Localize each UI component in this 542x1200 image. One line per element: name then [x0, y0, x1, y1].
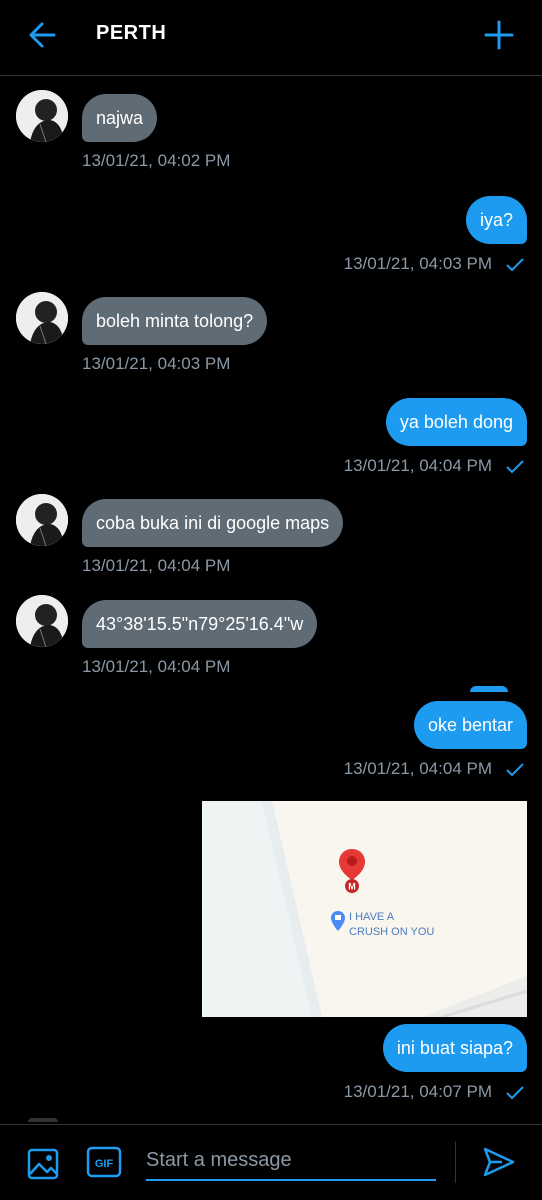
message-timestamp: 13/01/21, 04:04 PM	[82, 657, 231, 676]
message-composer: GIF	[0, 1124, 542, 1200]
map-background	[202, 801, 527, 1017]
message-timestamp: 13/01/21, 04:04 PM	[343, 759, 492, 778]
checkmark-icon	[506, 460, 524, 474]
message-timestamp: 13/01/21, 04:07 PM	[343, 1082, 492, 1101]
back-button[interactable]	[24, 18, 64, 52]
map-image-attachment[interactable]	[202, 801, 527, 1017]
message-bubble-incoming[interactable]: boleh minta tolong?	[82, 297, 268, 345]
avatar[interactable]	[16, 595, 68, 647]
plus-icon	[484, 20, 514, 50]
message-timestamp: 13/01/21, 04:03 PM	[343, 254, 492, 273]
message-bubble-incoming[interactable]: najwa	[82, 94, 158, 142]
add-button[interactable]	[484, 18, 514, 52]
send-icon	[483, 1147, 515, 1177]
message-bubble-outgoing[interactable]: ini buat siapa?	[382, 1024, 527, 1072]
avatar[interactable]	[16, 292, 68, 344]
composer-divider	[455, 1141, 456, 1183]
map-pin-letter: M	[348, 882, 356, 892]
checkmark-icon	[506, 258, 524, 272]
avatar[interactable]	[16, 90, 68, 142]
message-bubble-outgoing[interactable]: iya?	[465, 196, 527, 244]
send-button[interactable]	[482, 1145, 516, 1179]
gif-icon: GIF	[86, 1146, 122, 1178]
avatar[interactable]	[16, 494, 68, 546]
message-timestamp: 13/01/21, 04:04 PM	[82, 556, 231, 575]
checkmark-icon	[506, 763, 524, 777]
image-icon	[27, 1148, 59, 1180]
bubble-tail-decoration	[470, 686, 508, 692]
map-place-label: I HAVE A CRUSH ON YOU	[349, 911, 435, 938]
conversation-header: PERTH	[0, 0, 542, 76]
message-bubble-incoming[interactable]: 43°38'15.5"n79°25'16.4"w	[82, 600, 318, 648]
message-bubble-outgoing[interactable]: ya boleh dong	[385, 398, 527, 446]
conversation-title: PERTH	[96, 22, 167, 44]
message-input[interactable]	[146, 1141, 436, 1181]
message-bubble-outgoing[interactable]: oke bentar	[413, 701, 527, 749]
map-pin-icon: M	[339, 849, 365, 893]
partial-avatar-decoration	[28, 1118, 58, 1122]
checkmark-icon	[506, 1086, 524, 1100]
message-timestamp: 13/01/21, 04:02 PM	[82, 151, 231, 170]
add-gif-button[interactable]: GIF	[86, 1145, 122, 1179]
place-marker-icon	[331, 911, 345, 931]
add-image-button[interactable]	[26, 1147, 60, 1181]
message-timestamp: 13/01/21, 04:04 PM	[343, 456, 492, 475]
arrow-left-icon	[29, 22, 56, 48]
svg-text:GIF: GIF	[95, 1158, 114, 1170]
message-bubble-incoming[interactable]: coba buka ini di google maps	[82, 499, 344, 547]
message-timestamp: 13/01/21, 04:03 PM	[82, 354, 231, 373]
